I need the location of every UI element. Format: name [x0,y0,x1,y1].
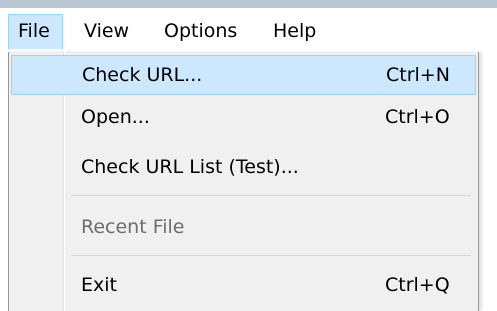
menu-help[interactable]: Help [273,14,316,49]
menu-item-shortcut: Ctrl+N [386,64,450,86]
menu-item-check-url[interactable]: Check URL... Ctrl+N [11,55,476,95]
menu-item-label: Check URL List (Test)... [81,156,299,178]
window-title-edge [0,0,497,8]
menu-item-check-url-list[interactable]: Check URL List (Test)... [11,148,476,188]
menu-item-label: Open... [81,106,150,128]
menu-options[interactable]: Options [164,14,237,49]
menu-item-exit[interactable]: Exit Ctrl+Q [11,266,476,306]
menu-item-label: Recent File [81,216,185,238]
menu-bar: File View Options Help [0,8,497,52]
menu-item-recent-file: Recent File [11,208,476,248]
menu-item-shortcut: Ctrl+Q [385,274,450,296]
menu-separator [71,255,471,256]
file-menu-dropdown: Check URL... Ctrl+N Open... Ctrl+O Check… [8,52,479,311]
menu-file[interactable]: File [8,14,63,49]
menu-separator [71,195,471,196]
menu-item-label: Exit [81,274,117,296]
menu-item-shortcut: Ctrl+O [385,106,450,128]
menu-item-open[interactable]: Open... Ctrl+O [11,98,476,138]
menu-item-label: Check URL... [82,64,203,86]
menu-view[interactable]: View [84,14,129,49]
